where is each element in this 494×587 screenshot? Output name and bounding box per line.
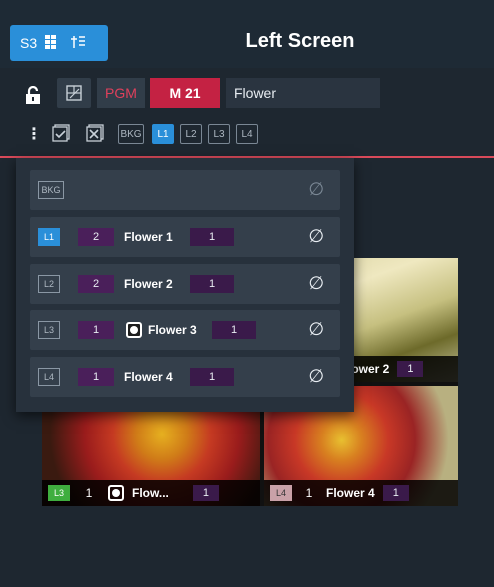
tile-name: Flow... — [132, 486, 169, 500]
source-number: 1 — [78, 321, 114, 339]
source-number: 2 — [78, 275, 114, 293]
layer-toolbar: ⋮ BKG L1 L2 L3 L4 — [0, 120, 494, 148]
screen-toolbar: PGM M 21 Flower — [0, 76, 494, 112]
program-badge[interactable]: PGM — [97, 78, 145, 108]
live-input-icon — [108, 485, 124, 501]
screen-title: Left Screen — [245, 30, 355, 52]
layer-chip-l2: L2 — [38, 275, 60, 293]
source-count: 1 — [212, 321, 256, 339]
dropdown-row-l1[interactable]: L1 2 Flower 1 1 ∅ — [30, 217, 340, 257]
layer-chip-l4[interactable]: L4 — [236, 124, 258, 144]
layout-editor-button[interactable] — [57, 78, 91, 108]
source-name: Flower 4 — [124, 370, 173, 384]
tile-number: 1 — [305, 486, 313, 500]
clear-layer-icon[interactable]: ∅ — [308, 226, 324, 247]
clear-layer-icon[interactable]: ∅ — [308, 319, 324, 340]
layer-dropdown: BKG ∅ L1 2 Flower 1 1 ∅ L2 2 Flower 2 1 … — [16, 158, 354, 412]
deselect-all-button[interactable] — [84, 122, 106, 144]
dropdown-row-l4[interactable]: L4 1 Flower 4 1 ∅ — [30, 357, 340, 397]
layer-chip-l1[interactable]: L1 — [152, 124, 174, 144]
live-input-icon — [126, 322, 142, 338]
layout-icon — [66, 85, 82, 101]
tile-count: 1 — [397, 361, 424, 377]
screen-selector-button[interactable]: S3 — [10, 25, 108, 61]
unlock-icon[interactable] — [24, 85, 42, 104]
select-all-button[interactable] — [50, 122, 72, 144]
screen-header: S3 Left Screen — [0, 0, 494, 68]
layer-chip-l1: L1 — [38, 228, 60, 246]
source-count: 1 — [190, 368, 234, 386]
empty-slot-icon[interactable]: ∅ — [308, 179, 324, 200]
layer-chip-l4: L4 — [38, 368, 60, 386]
memory-badge[interactable]: M 21 — [150, 78, 220, 108]
layer-chip-bkg: BKG — [38, 181, 64, 199]
source-count: 1 — [190, 228, 234, 246]
grid-layout-icon — [45, 34, 63, 52]
clear-layer-icon[interactable]: ∅ — [308, 366, 324, 387]
tile-name: Flower 4 — [326, 486, 375, 500]
dropdown-row-l2[interactable]: L2 2 Flower 2 1 ∅ — [30, 264, 340, 304]
dropdown-row-l3[interactable]: L3 1 Flower 3 1 ∅ — [30, 310, 340, 350]
more-options-icon[interactable]: ⋮ — [26, 124, 42, 144]
tile-number: 1 — [85, 486, 93, 500]
sort-layers-icon — [71, 35, 86, 52]
source-count: 1 — [190, 275, 234, 293]
tile-count: 1 — [382, 485, 409, 501]
layer-badge-l3: L3 — [48, 485, 70, 501]
check-square-icon — [52, 124, 70, 142]
close-square-icon — [86, 124, 104, 142]
layer-chip-l3[interactable]: L3 — [208, 124, 230, 144]
dropdown-row-bkg[interactable]: BKG ∅ — [30, 170, 340, 210]
clear-layer-icon[interactable]: ∅ — [308, 273, 324, 294]
layer-chip-l3: L3 — [38, 321, 60, 339]
source-name: Flower 2 — [124, 277, 173, 291]
source-number: 1 — [78, 368, 114, 386]
layer-chip-bkg[interactable]: BKG — [118, 124, 144, 144]
layer-chip-l2[interactable]: L2 — [180, 124, 202, 144]
content-name-field[interactable]: Flower — [226, 78, 380, 108]
source-name: Flower 3 — [148, 323, 197, 337]
tile-caption: L4 1 Flower 4 1 — [264, 480, 458, 506]
tile-name: lower 2 — [348, 362, 390, 376]
source-name: Flower 1 — [124, 230, 173, 244]
tile-count: 1 — [192, 485, 220, 501]
layer-badge-l4: L4 — [270, 485, 292, 501]
tile-caption: L3 1 Flow... 1 — [42, 480, 260, 506]
source-number: 2 — [78, 228, 114, 246]
screen-id-label: S3 — [20, 35, 38, 51]
